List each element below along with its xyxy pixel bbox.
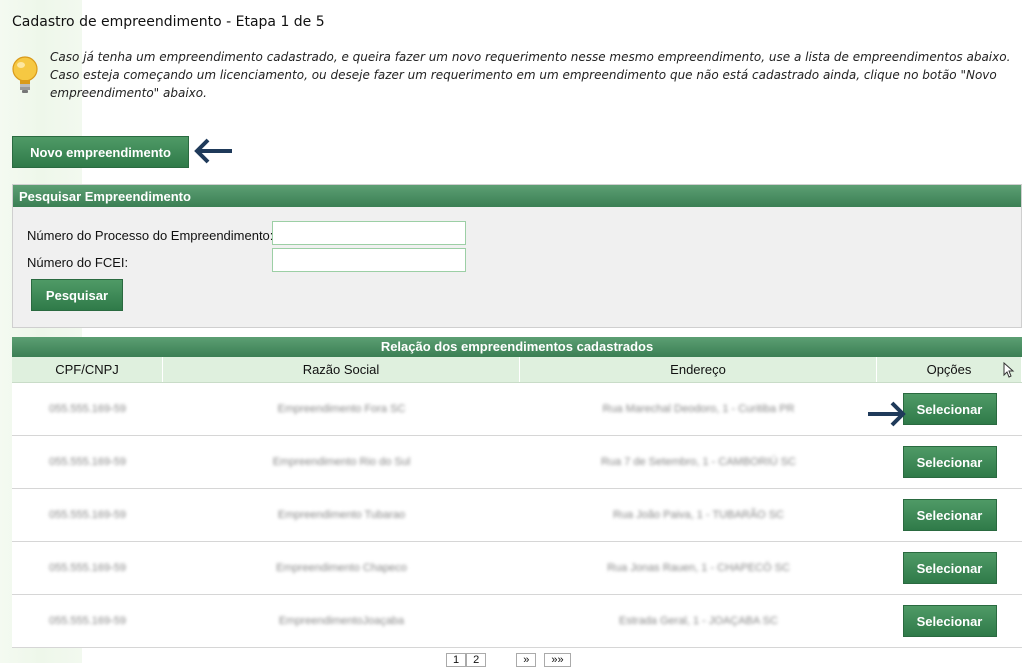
selecionar-button[interactable]: Selecionar xyxy=(902,393,997,425)
info-text: Caso já tenha um empreendimento cadastra… xyxy=(50,50,1011,100)
processo-label: Número do Processo do Empreendimento: xyxy=(27,228,274,243)
pesquisar-button[interactable]: Pesquisar xyxy=(31,279,123,311)
column-header-opcoes: Opções xyxy=(877,357,1022,382)
page-link-1[interactable]: 1 xyxy=(446,653,467,667)
page-content: Cadastro de empreendimento - Etapa 1 de … xyxy=(0,0,1022,667)
pagination: 1 2 » »» xyxy=(446,653,571,667)
lightbulb-icon xyxy=(12,56,38,93)
selecionar-button[interactable]: Selecionar xyxy=(902,499,997,531)
search-panel: Pesquisar Empreendimento Número do Proce… xyxy=(12,184,1022,328)
last-page-link[interactable]: »» xyxy=(544,653,571,667)
processo-input[interactable] xyxy=(272,221,466,245)
column-header-razao: Razão Social xyxy=(163,357,520,382)
cpf-cell: 055.555.169-59 xyxy=(48,562,127,574)
info-box: Caso já tenha um empreendimento cadastra… xyxy=(12,48,1022,108)
selecionar-button[interactable]: Selecionar xyxy=(902,552,997,584)
razao-cell: Empreendimento Fora SC xyxy=(277,403,406,415)
endereco-cell: Rua Jonas Rauen, 1 - CHAPECÓ SC xyxy=(607,562,790,574)
razao-cell: Empreendimento Chapeco xyxy=(276,562,407,574)
opcoes-cell: Selecionar xyxy=(877,436,1022,488)
page-numbers: 1 2 xyxy=(446,653,487,667)
razao-cell: EmpreendimentoJoaçaba xyxy=(278,615,405,627)
arrow-left-icon xyxy=(194,138,232,164)
arrow-right-icon xyxy=(868,401,906,427)
next-page-link[interactable]: » xyxy=(516,653,537,667)
endereco-cell: Rua 7 de Setembro, 1 - CAMBORIÚ SC xyxy=(600,456,796,468)
column-header-opcoes-label: Opções xyxy=(926,362,972,377)
search-panel-header: Pesquisar Empreendimento xyxy=(13,185,1021,207)
cpf-cell: 055.555.169-59 xyxy=(48,615,127,627)
results-table: Relação dos empreendimentos cadastrados … xyxy=(12,337,1022,648)
fcei-input[interactable] xyxy=(272,248,466,272)
page-title: Cadastro de empreendimento - Etapa 1 de … xyxy=(12,14,325,30)
razao-cell: Empreendimento Rio do Sul xyxy=(272,456,411,468)
endereco-cell: Rua João Paiva, 1 - TUBARÃO SC xyxy=(613,509,784,521)
cpf-cell: 055.555.169-59 xyxy=(48,403,127,415)
table-row: 055.555.169-59 Empreendimento Chapeco Ru… xyxy=(12,542,1022,595)
cpf-cell: 055.555.169-59 xyxy=(48,456,127,468)
column-header-cpf: CPF/CNPJ xyxy=(12,357,163,382)
mouse-cursor-icon xyxy=(1003,362,1015,378)
table-row: 055.555.169-59 Empreendimento Rio do Sul… xyxy=(12,436,1022,489)
selecionar-button[interactable]: Selecionar xyxy=(902,605,997,637)
cpf-cell: 055.555.169-59 xyxy=(48,509,127,521)
endereco-cell: Rua Marechal Deodoro, 1 - Curitiba PR xyxy=(602,403,795,415)
opcoes-cell: Selecionar xyxy=(877,595,1022,647)
table-row: 055.555.169-59 EmpreendimentoJoaçaba Est… xyxy=(12,595,1022,648)
opcoes-cell: Selecionar xyxy=(877,489,1022,541)
results-title: Relação dos empreendimentos cadastrados xyxy=(12,337,1022,357)
razao-cell: Empreendimento Tubarao xyxy=(277,509,406,521)
results-header: CPF/CNPJ Razão Social Endereço Opções xyxy=(12,357,1022,383)
page-link-2[interactable]: 2 xyxy=(466,653,487,667)
column-header-endereco: Endereço xyxy=(520,357,877,382)
table-row: 055.555.169-59 Empreendimento Tubarao Ru… xyxy=(12,489,1022,542)
opcoes-cell: Selecionar xyxy=(877,542,1022,594)
selecionar-button[interactable]: Selecionar xyxy=(902,446,997,478)
novo-empreendimento-button[interactable]: Novo empreendimento xyxy=(12,136,189,168)
endereco-cell: Estrada Geral, 1 - JOAÇABA SC xyxy=(619,615,778,627)
fcei-label: Número do FCEI: xyxy=(27,255,129,270)
